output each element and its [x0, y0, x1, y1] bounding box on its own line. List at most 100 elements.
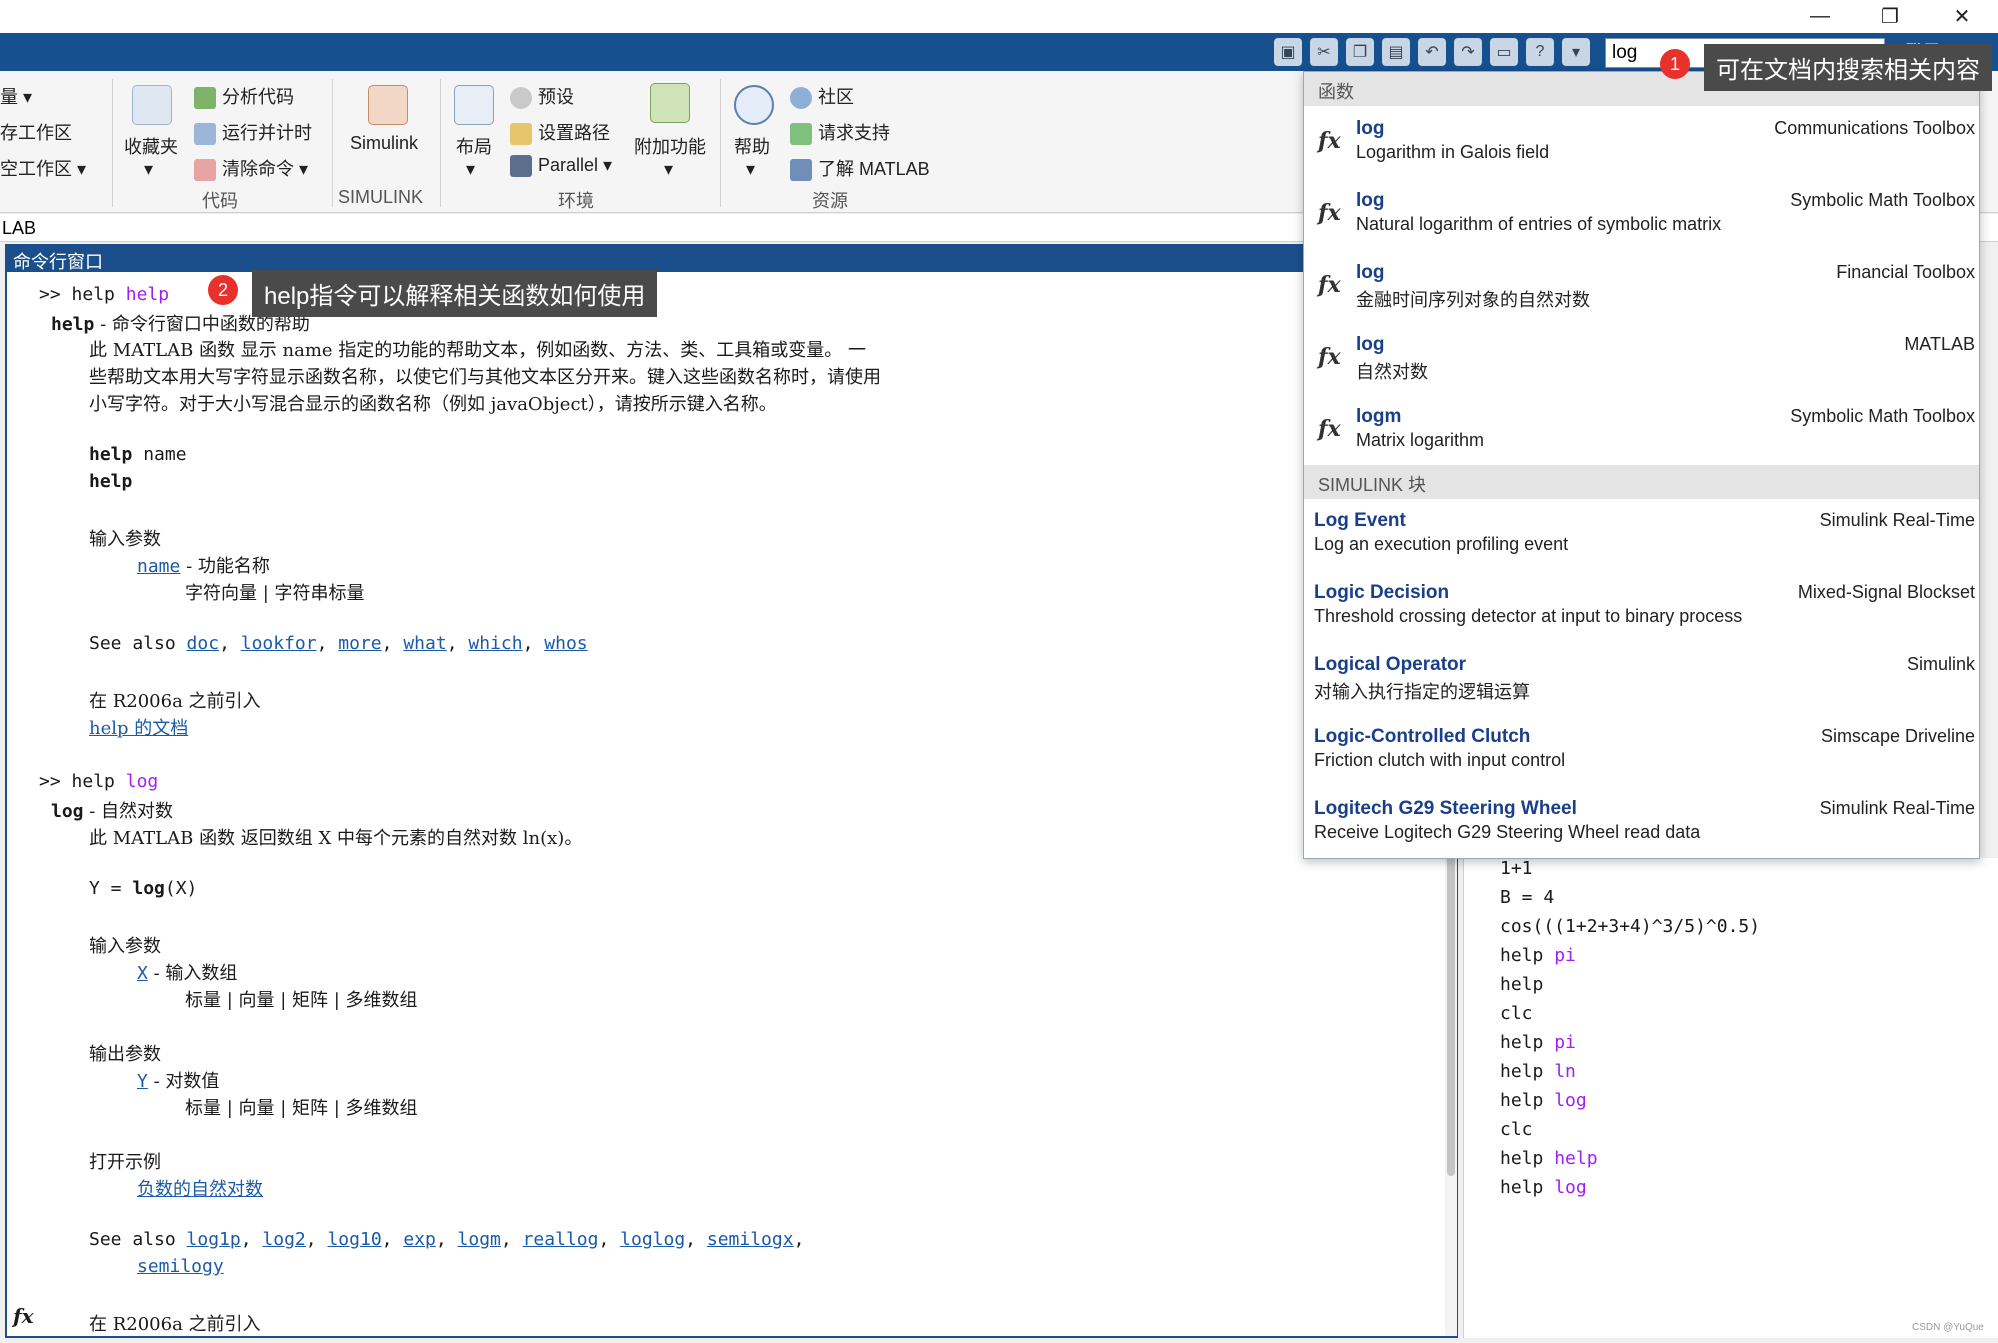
clear-commands-button[interactable]: 清除命令 ▾: [194, 155, 308, 182]
see-also-link[interactable]: whos: [544, 633, 587, 654]
see-also-link[interactable]: which: [468, 633, 522, 654]
layout-icon[interactable]: [454, 85, 494, 125]
see-also-link[interactable]: doc: [187, 633, 220, 654]
command-window-output[interactable]: >> help help help - 命令行窗口中函数的帮助 此 MATLAB…: [7, 272, 1437, 1336]
history-item[interactable]: clc: [1500, 1003, 1533, 1024]
chevron-down-icon[interactable]: ▾: [746, 159, 755, 180]
favorites-button[interactable]: 收藏夹: [124, 133, 178, 159]
clear-workspace-button[interactable]: 空工作区 ▾: [0, 155, 86, 181]
syntax-line: help name: [89, 444, 187, 465]
block-suggestion[interactable]: Logic-Controlled Clutch Friction clutch w…: [1304, 716, 1979, 788]
minimize-button[interactable]: —: [1790, 0, 1850, 33]
see-also-link[interactable]: what: [403, 633, 446, 654]
history-item[interactable]: help help: [1500, 1148, 1598, 1169]
expand-icon[interactable]: ▾: [1562, 38, 1590, 66]
favorites-icon[interactable]: [132, 85, 172, 125]
set-path-button[interactable]: 设置路径: [510, 119, 610, 146]
command-window[interactable]: 命令行窗口 >> help help help - 命令行窗口中函数的帮助 此 …: [5, 244, 1458, 1338]
function-suggestion[interactable]: fx logm Matrix logarithm Symbolic Math Tool…: [1304, 396, 1979, 468]
doc-link[interactable]: help 的文档: [89, 714, 188, 740]
layout-button[interactable]: 布局: [456, 133, 492, 159]
chevron-down-icon[interactable]: ▾: [144, 159, 153, 180]
history-item[interactable]: clc: [1500, 1119, 1533, 1140]
quick-access-toolbar: ▣ ✂ ❐ ▤ ↶ ↷ ▭ ? ▾: [1274, 37, 1590, 67]
see-also-link[interactable]: loglog: [620, 1229, 685, 1250]
see-also-link[interactable]: reallog: [523, 1229, 599, 1250]
learn-matlab-button[interactable]: 了解 MATLAB: [790, 155, 930, 182]
see-also-link[interactable]: log1p: [187, 1229, 241, 1250]
command-history-panel[interactable]: 1+1 B = 4 cos(((1+2+3+4)^3/5)^0.5) help pi h…: [1463, 858, 1998, 1338]
chevron-down-icon[interactable]: ▾: [466, 159, 475, 180]
see-also-link[interactable]: logm: [458, 1229, 501, 1250]
function-icon: fx: [1318, 344, 1341, 370]
preferences-button[interactable]: 预设: [510, 83, 574, 110]
simulink-button[interactable]: Simulink: [350, 133, 418, 154]
title-bar: — ❐ ✕: [0, 0, 1998, 33]
copy-icon[interactable]: ❐: [1346, 38, 1374, 66]
analyze-code-button[interactable]: 分析代码: [194, 83, 294, 110]
block-suggestion[interactable]: Logical Operator 对输入执行指定的逻辑运算 Simulink: [1304, 644, 1979, 716]
history-item[interactable]: help log: [1500, 1177, 1587, 1198]
separator: [112, 79, 113, 207]
request-support-button[interactable]: 请求支持: [790, 119, 890, 146]
x-link[interactable]: X: [137, 963, 148, 984]
separator: [720, 79, 721, 207]
syntax-line: Y = log(X): [89, 878, 198, 899]
cut-icon[interactable]: ✂: [1310, 38, 1338, 66]
name-link[interactable]: name: [137, 556, 180, 577]
history-item[interactable]: help ln: [1500, 1061, 1576, 1082]
history-item[interactable]: help log: [1500, 1090, 1587, 1111]
block-suggestion[interactable]: Logitech G29 Steering Wheel Receive Logit…: [1304, 788, 1979, 858]
addons-icon[interactable]: [650, 83, 690, 123]
see-also-link[interactable]: semilogx: [707, 1229, 794, 1250]
block-suggestion[interactable]: Log Event Log an execution profiling even…: [1304, 500, 1979, 572]
callout-badge-1: 1: [1660, 49, 1690, 79]
save-workspace-button[interactable]: 存工作区: [0, 119, 72, 145]
history-item[interactable]: help: [1500, 974, 1543, 995]
switch-windows-icon[interactable]: ▭: [1490, 38, 1518, 66]
help-button[interactable]: 帮助: [734, 133, 770, 159]
help-icon[interactable]: ?: [1526, 38, 1554, 66]
history-item[interactable]: 1+1: [1500, 858, 1533, 879]
function-suggestion[interactable]: fx log 自然对数 MATLAB: [1304, 324, 1979, 396]
block-suggestion[interactable]: Logic Decision Threshold crossing detecto…: [1304, 572, 1979, 644]
save-icon[interactable]: ▣: [1274, 38, 1302, 66]
function-icon: fx: [1318, 272, 1341, 298]
redo-icon[interactable]: ↷: [1454, 38, 1482, 66]
help-icon[interactable]: [734, 85, 774, 125]
history-item[interactable]: help pi: [1500, 1032, 1576, 1053]
see-also-link[interactable]: lookfor: [241, 633, 317, 654]
paste-icon[interactable]: ▤: [1382, 38, 1410, 66]
function-suggestion[interactable]: fx log Logarithm in Galois field Communicat…: [1304, 108, 1979, 180]
function-suggestion[interactable]: fx log Natural logarithm of entries of sym…: [1304, 180, 1979, 252]
community-button[interactable]: 社区: [790, 83, 854, 110]
history-item[interactable]: help pi: [1500, 945, 1576, 966]
suggestion-name: Logitech G29 Steering Wheel: [1314, 798, 1577, 819]
semilogy-link[interactable]: semilogy: [137, 1256, 224, 1277]
see-also-link[interactable]: more: [338, 633, 381, 654]
function-suggestion[interactable]: fx log 金融时间序列对象的自然对数 Financial Toolbox: [1304, 252, 1979, 324]
suggestion-description: Log an execution profiling event: [1314, 534, 1569, 554]
history-item[interactable]: B = 4: [1500, 887, 1554, 908]
suggestion-description: 自然对数: [1356, 362, 1428, 382]
maximize-button[interactable]: ❐: [1860, 0, 1920, 33]
example-link[interactable]: 负数的自然对数: [137, 1175, 263, 1201]
variable-menu[interactable]: 量 ▾: [0, 83, 32, 109]
community-icon: [790, 87, 812, 110]
parallel-button[interactable]: Parallel ▾: [510, 155, 612, 178]
chevron-down-icon[interactable]: ▾: [664, 159, 673, 180]
suggestion-product: Financial Toolbox: [1836, 262, 1975, 282]
see-also-link[interactable]: log10: [327, 1229, 381, 1250]
history-item[interactable]: cos(((1+2+3+4)^3/5)^0.5): [1500, 916, 1760, 937]
simulink-icon[interactable]: [368, 85, 408, 125]
suggestion-description: Receive Logitech G29 Steering Wheel read…: [1314, 822, 1701, 842]
see-also-link[interactable]: log2: [262, 1229, 305, 1250]
fx-prompt-icon[interactable]: fx: [13, 1304, 34, 1328]
close-button[interactable]: ✕: [1932, 0, 1992, 33]
run-and-time-button[interactable]: 运行并计时: [194, 119, 312, 146]
undo-icon[interactable]: ↶: [1418, 38, 1446, 66]
addons-button[interactable]: 附加功能: [634, 133, 706, 159]
y-link[interactable]: Y: [137, 1071, 148, 1092]
function-icon: fx: [1318, 416, 1341, 442]
see-also-link[interactable]: exp: [403, 1229, 436, 1250]
